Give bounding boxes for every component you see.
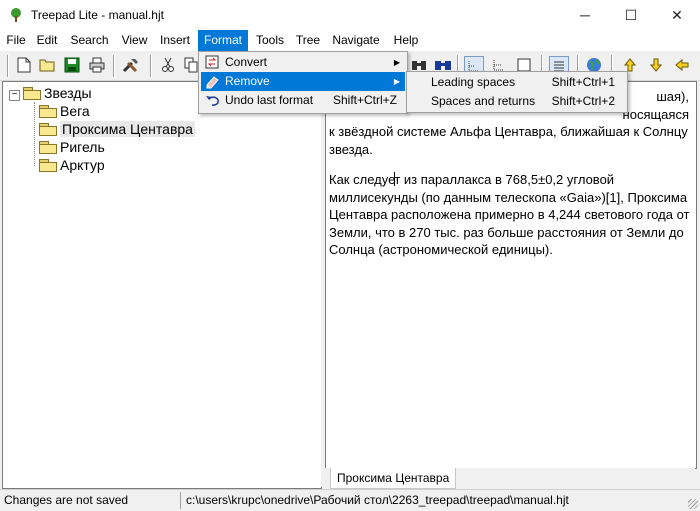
tree-node-label: Проксима Центавра xyxy=(60,121,195,137)
menu-help[interactable]: Help xyxy=(389,30,423,51)
folder-icon xyxy=(39,123,57,136)
menu-tree[interactable]: Tree xyxy=(293,30,323,51)
text-line: Солнца (астрономической единицы). xyxy=(329,242,553,257)
menu-view[interactable]: View xyxy=(117,30,152,51)
toolbar-separator xyxy=(7,55,9,77)
menu-file[interactable]: File xyxy=(3,30,29,51)
toolbar-separator xyxy=(150,55,152,77)
save-status: Changes are not saved xyxy=(4,493,129,507)
maximize-button[interactable]: ☐ xyxy=(608,0,654,30)
format-menu-dropdown: Convert ▶ Remove ▶ Undo last format Shif… xyxy=(198,51,408,114)
status-bar: Changes are not saved c:\users\krupc\one… xyxy=(0,489,700,511)
text-segment: т из параллакса в 768,5±0,2 угловой xyxy=(394,172,615,187)
minimize-button[interactable]: ─ xyxy=(562,0,608,30)
tree-node-label: Звезды xyxy=(44,85,92,101)
menu-item-spaces-and-returns[interactable]: Spaces and returns Shift+Ctrl+2 xyxy=(409,92,625,111)
save-icon[interactable] xyxy=(63,56,81,74)
menu-bar: File Edit Search View Insert Format Tool… xyxy=(0,30,700,51)
cut-icon[interactable] xyxy=(159,56,177,74)
text-line: звезда. xyxy=(329,141,373,157)
folder-icon xyxy=(39,105,57,118)
tree-node-label: Вега xyxy=(60,103,90,119)
status-separator xyxy=(180,492,181,509)
menu-item-leading-spaces[interactable]: Leading spaces Shift+Ctrl+1 xyxy=(409,73,625,92)
menu-item-shortcut: Shift+Ctrl+1 xyxy=(551,75,615,89)
menu-item-label: Leading spaces xyxy=(431,75,516,89)
menu-format[interactable]: Format xyxy=(198,30,248,51)
tree-guide-line xyxy=(34,102,35,166)
menu-item-convert[interactable]: Convert ▶ xyxy=(201,53,405,72)
menu-item-label: Convert xyxy=(225,55,268,69)
article-tab[interactable]: Проксима Центавра xyxy=(330,468,457,489)
arrow-down-icon[interactable] xyxy=(647,56,665,74)
tree-node-selected[interactable]: Проксима Центавра xyxy=(39,120,195,138)
menu-search[interactable]: Search xyxy=(67,30,112,51)
remove-submenu: Leading spaces Shift+Ctrl+1 Spaces and r… xyxy=(406,71,628,113)
folder-icon xyxy=(23,87,41,100)
file-path: c:\users\krupc\onedrive\Рабочий стол\226… xyxy=(186,493,569,507)
tree-node-root[interactable]: − Звезды xyxy=(9,84,92,102)
tools-icon[interactable] xyxy=(122,56,140,74)
folder-icon xyxy=(39,159,57,172)
text-line: Как следует из параллакса в 768,5±0,2 уг… xyxy=(329,171,691,189)
tree-node[interactable]: Ригель xyxy=(39,138,105,156)
title-bar: Treepad Lite - manual.hjt ─ ☐ ✕ xyxy=(0,0,700,30)
article-editor[interactable]: шая), носящаяся к звёздной системе Альфа… xyxy=(325,81,697,469)
text-line: миллисекунды (по данным телескопа «Gaia»… xyxy=(329,189,688,205)
menu-navigate[interactable]: Navigate xyxy=(328,30,384,51)
arrow-left-icon[interactable] xyxy=(673,56,691,74)
article-tab-bar: Проксима Центавра xyxy=(325,468,695,489)
menu-tools[interactable]: Tools xyxy=(252,30,288,51)
new-file-icon[interactable] xyxy=(15,56,33,74)
open-folder-icon[interactable] xyxy=(38,56,56,74)
collapse-icon[interactable]: − xyxy=(9,90,20,101)
menu-item-shortcut: Shift+Ctrl+Z xyxy=(332,93,397,107)
menu-item-label: Undo last format xyxy=(225,93,314,107)
folder-icon xyxy=(39,141,57,154)
submenu-arrow-icon: ▶ xyxy=(393,77,400,86)
menu-item-shortcut: Shift+Ctrl+2 xyxy=(551,94,615,108)
text-line: Земли, что в 270 тыс. раз больше расстоя… xyxy=(329,224,684,240)
menu-item-remove[interactable]: Remove ▶ xyxy=(201,72,405,91)
menu-item-label: Remove xyxy=(225,74,270,88)
menu-item-label: Spaces and returns xyxy=(431,94,536,108)
text-line: к звёздной системе Альфа Центавра, ближа… xyxy=(329,124,688,139)
tree-panel: − Звезды Вега Проксима Центавра Ригель Ар… xyxy=(2,81,322,489)
tree-node-label: Арктур xyxy=(60,157,105,173)
tree-node[interactable]: Арктур xyxy=(39,156,105,174)
print-icon[interactable] xyxy=(88,56,106,74)
eraser-icon xyxy=(206,76,219,89)
menu-edit[interactable]: Edit xyxy=(33,30,61,51)
menu-item-undo-format[interactable]: Undo last format Shift+Ctrl+Z xyxy=(201,91,405,110)
window-title: Treepad Lite - manual.hjt xyxy=(31,8,164,22)
submenu-arrow-icon: ▶ xyxy=(393,58,400,67)
toolbar-separator xyxy=(113,55,115,77)
convert-icon xyxy=(205,55,219,69)
undo-icon xyxy=(206,96,219,106)
tree-node-label: Ригель xyxy=(60,139,105,155)
tree-app-icon xyxy=(11,8,21,22)
text-segment: Как следуе xyxy=(329,172,396,187)
resize-grip-icon[interactable] xyxy=(688,499,698,509)
close-button[interactable]: ✕ xyxy=(654,0,700,30)
tree-node[interactable]: Вега xyxy=(39,102,90,120)
text-line: Центавра расположена примерно в 4,244 св… xyxy=(329,207,690,222)
menu-insert[interactable]: Insert xyxy=(156,30,194,51)
